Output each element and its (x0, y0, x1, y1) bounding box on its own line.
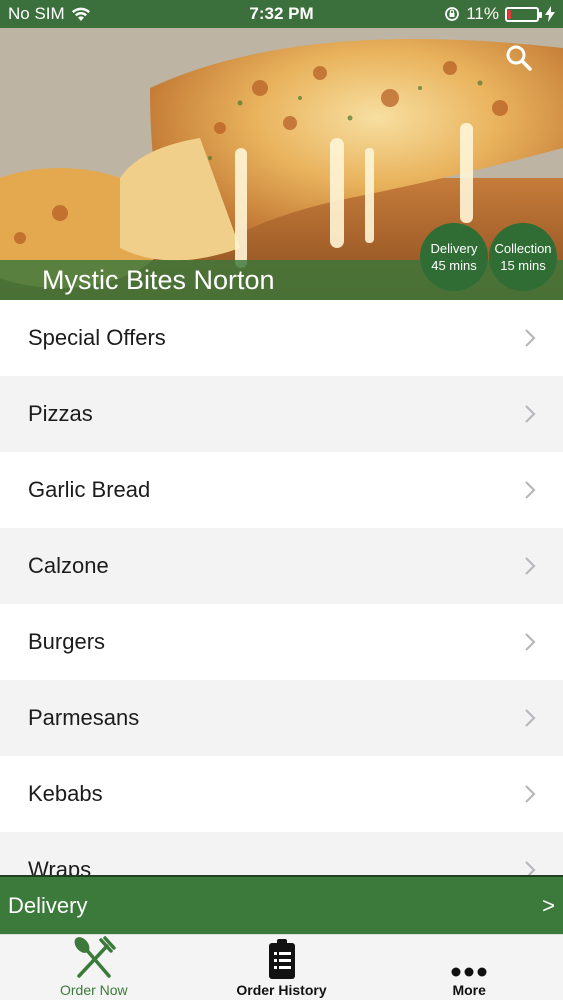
tab-more[interactable]: More (375, 935, 563, 1000)
chevron-right-icon (525, 481, 536, 499)
delivery-time-badge: Delivery 45 mins (420, 223, 488, 291)
menu-item-label: Burgers (28, 629, 106, 654)
fork-knife-icon (74, 936, 116, 978)
clipboard-icon (268, 939, 295, 979)
chevron-right-icon (525, 557, 536, 575)
menu-category-list: Special Offers Pizzas Garlic Bread Calzo… (0, 300, 563, 875)
collection-badge-time: 15 mins (500, 258, 546, 273)
battery-icon (505, 6, 542, 22)
status-bar: No SIM 7:32 PM 11% (0, 0, 563, 28)
app-screen: No SIM 7:32 PM 11% Mystic Bites Norton D… (0, 0, 563, 1000)
store-name: Mystic Bites Norton (42, 265, 275, 295)
orientation-lock-icon (445, 7, 460, 21)
chevron-right-icon (525, 405, 536, 423)
menu-item-garlic-bread[interactable]: Garlic Bread (0, 452, 563, 528)
more-dots-icon (451, 967, 487, 977)
tab-order-history[interactable]: Order History (188, 935, 376, 1000)
menu-item-special-offers[interactable]: Special Offers (0, 300, 563, 376)
bottom-tab-bar: Order Now Order History More (0, 934, 563, 1000)
delivery-arrow-icon: > (542, 892, 555, 918)
search-icon (506, 45, 532, 71)
tab-label: Order Now (59, 982, 128, 998)
chevron-right-icon (525, 329, 536, 347)
menu-item-calzone[interactable]: Calzone (0, 528, 563, 604)
menu-item-pizzas[interactable]: Pizzas (0, 376, 563, 452)
delivery-badge-time: 45 mins (431, 258, 477, 273)
chevron-right-icon (525, 709, 536, 727)
battery-fill (508, 9, 511, 19)
menu-item-label: Parmesans (28, 705, 140, 730)
hero-banner: Mystic Bites Norton Delivery 45 mins Col… (0, 28, 563, 300)
charging-bolt-icon (545, 6, 555, 22)
tab-label: Order History (236, 982, 327, 998)
status-right-group: 11% (444, 4, 555, 24)
collection-badge-label: Collection (494, 241, 552, 256)
menu-item-parmesans[interactable]: Parmesans (0, 680, 563, 756)
collection-time-badge: Collection 15 mins (489, 223, 557, 291)
tab-order-now[interactable]: Order Now (0, 935, 188, 1000)
chevron-right-icon (525, 861, 536, 875)
menu-item-burgers[interactable]: Burgers (0, 604, 563, 680)
menu-item-kebabs[interactable]: Kebabs (0, 756, 563, 832)
tab-label: More (452, 982, 486, 998)
menu-item-wraps[interactable]: Wraps (0, 832, 563, 875)
search-button[interactable] (503, 42, 535, 74)
menu-item-label: Special Offers (28, 325, 166, 350)
delivery-mode-bar[interactable]: Delivery > (0, 875, 563, 934)
menu-item-label: Pizzas (28, 401, 93, 426)
delivery-mode-label: Delivery (8, 892, 88, 918)
delivery-badge-label: Delivery (430, 241, 478, 256)
menu-item-label: Garlic Bread (28, 477, 151, 502)
chevron-right-icon (525, 785, 536, 803)
menu-item-label: Kebabs (28, 781, 103, 806)
chevron-right-icon (525, 633, 536, 651)
menu-item-label: Wraps (28, 857, 92, 875)
menu-item-label: Calzone (28, 553, 109, 578)
battery-percent: 11% (466, 4, 499, 23)
